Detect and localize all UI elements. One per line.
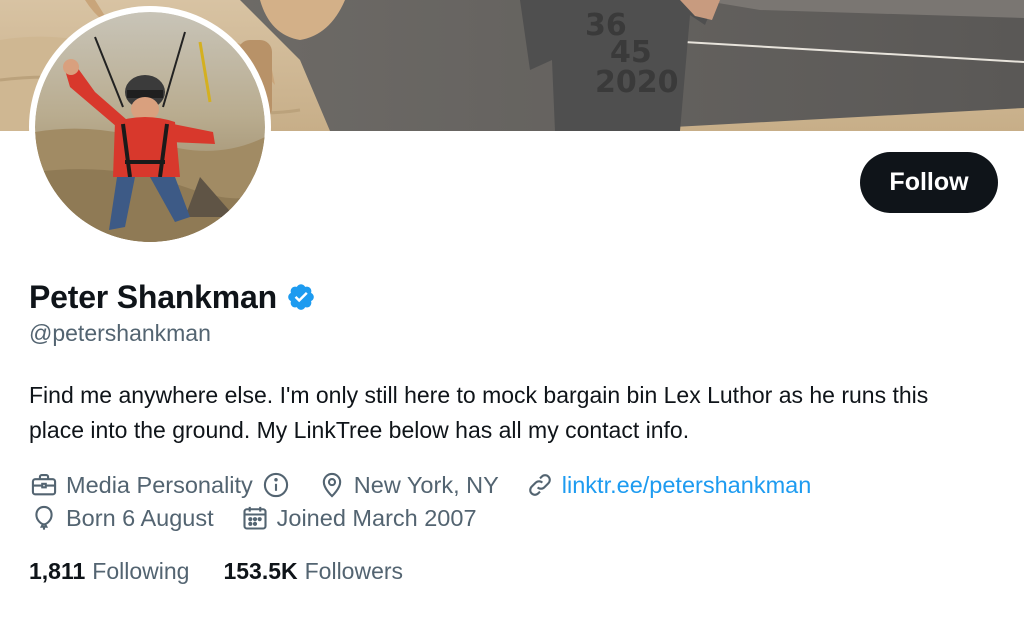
birthday-item: Born 6 August (29, 501, 214, 535)
following-stat[interactable]: 1,811 Following (29, 558, 189, 585)
profession-item: Media Personality (29, 468, 291, 502)
location-item: New York, NY (317, 468, 499, 502)
website-link[interactable]: linktr.ee/petershankman (562, 472, 812, 499)
profile-bio: Find me anywhere else. I'm only still he… (29, 382, 929, 443)
verified-badge-icon[interactable] (286, 282, 316, 312)
balloon-icon (29, 503, 59, 533)
profession-label: Media Personality (66, 471, 253, 498)
followers-stat[interactable]: 153.5K Followers (223, 558, 403, 585)
display-name: Peter Shankman (29, 278, 277, 315)
joined-item: Joined March 2007 (240, 501, 477, 535)
joined-label: Joined March 2007 (276, 504, 477, 531)
profile-avatar[interactable] (29, 6, 271, 248)
following-count: 1,811 (29, 557, 86, 584)
birthday-label: Born 6 August (66, 504, 214, 531)
briefcase-icon (29, 470, 59, 500)
shirt-text-line3: 2020 (595, 65, 679, 100)
avatar-image (35, 12, 265, 242)
calendar-icon (240, 503, 270, 533)
location-label: New York, NY (353, 471, 499, 498)
followers-label: Followers (304, 557, 404, 584)
profile-meta-row-2: Born 6 August Joined March 2007 (29, 501, 477, 535)
website-item: linktr.ee/petershankman (525, 468, 812, 502)
profile-stats: 1,811 Following 153.5K Followers (29, 554, 403, 588)
location-pin-icon (317, 470, 347, 500)
profile-name-row: Peter Shankman (29, 274, 316, 320)
link-icon (525, 470, 555, 500)
followers-count: 153.5K (223, 557, 298, 584)
follow-button[interactable]: Follow (860, 152, 998, 213)
info-icon[interactable] (261, 470, 291, 500)
following-label: Following (92, 557, 190, 584)
profile-meta-row-1: Media Personality New York, NY linktr.ee… (29, 468, 811, 502)
profile-handle: @petershankman (29, 320, 211, 346)
